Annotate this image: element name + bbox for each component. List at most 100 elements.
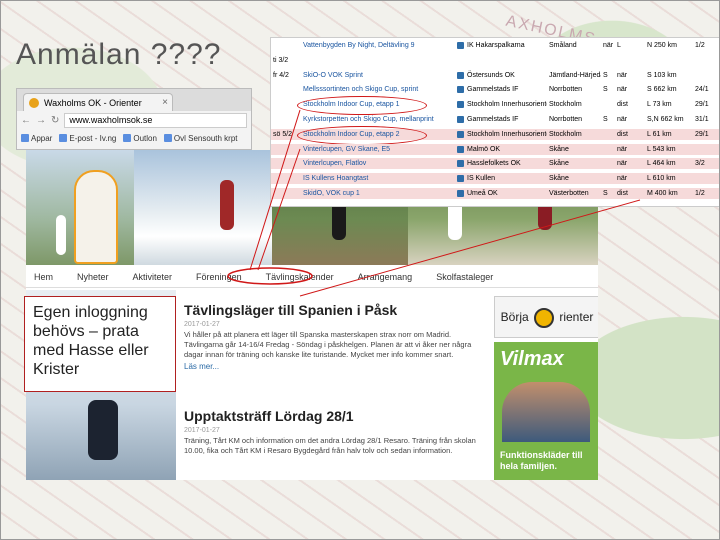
reload-icon[interactable]: ↻ <box>51 115 59 126</box>
competition-district: Stockholm <box>549 130 582 138</box>
competition-district: Skåne <box>549 145 569 153</box>
competition-dl: 1/2 <box>695 190 705 197</box>
bookmark-outlon[interactable]: Outlon <box>123 134 157 143</box>
nav-item-school[interactable]: Skolfastaleger <box>436 266 493 287</box>
tab-title: Waxholms OK - Orienter <box>44 98 142 108</box>
competition-name[interactable]: Stockholm Indoor Cup, etapp 2 <box>303 129 453 140</box>
competition-club: Stockholm Innerhusorienterare <box>467 101 547 109</box>
competition-date: ti 3/2 <box>273 56 289 64</box>
compass-icon <box>534 307 554 328</box>
competition-row[interactable]: sö 5/2 Stockholm Indoor Cup, etapp 2 Stock… <box>271 128 719 140</box>
competition-name[interactable]: Vinterlcupen, GV Skane, E5 <box>303 144 453 155</box>
person-figure <box>56 215 66 255</box>
competition-dl: 24/1 <box>695 86 709 94</box>
back-icon[interactable]: ← <box>21 115 31 126</box>
club-logo-icon <box>457 42 464 49</box>
competition-name[interactable]: Kyrkstorpetten och Skigo Cup, mellanprin… <box>303 114 453 125</box>
competition-dist: S 662 km <box>647 86 677 94</box>
competition-district: Småland <box>549 42 577 49</box>
competition-club: Östersunds OK <box>467 71 515 79</box>
competition-district: Västerbotten <box>549 190 589 197</box>
close-tab-icon[interactable]: × <box>162 94 168 111</box>
photo-flag <box>26 150 134 265</box>
competition-district: Norrbotten <box>549 86 583 94</box>
competition-name[interactable]: Vattenbygden By Night, Deltävling 9 <box>303 40 453 51</box>
nav-item-home[interactable]: Hem <box>34 266 53 287</box>
nav-item-calendar[interactable]: Tävlingskalender <box>266 266 334 287</box>
bookmark-email[interactable]: E-post - Iv.ng <box>59 134 116 143</box>
bookmark-icon <box>123 134 132 142</box>
competition-dist: L 73 km <box>647 101 672 109</box>
competition-name[interactable]: IS Kullens Hoangtast <box>303 173 453 184</box>
ad-text-right: rienter <box>559 310 594 324</box>
club-logo-icon <box>457 86 464 94</box>
competition-club: Hasslefolkets OK <box>467 160 521 168</box>
competition-club: Malmö OK <box>467 145 501 153</box>
competition-club: Gammelstads IF <box>467 86 519 94</box>
bookmark-ovl[interactable]: Ovl Sensouth krpt <box>163 134 238 143</box>
site-navigation: Hem Nyheter Aktiviteter Föreningen Tävli… <box>26 266 598 288</box>
club-logo-icon <box>457 101 464 109</box>
competition-district: Skåne <box>549 175 569 183</box>
nav-item-club[interactable]: Föreningen <box>196 266 242 287</box>
nav-item-news[interactable]: Nyheter <box>77 266 109 287</box>
vilmax-ad[interactable]: Vilmax Funktionskläder till hela familje… <box>494 342 598 480</box>
competition-row[interactable]: IS Kullens Hoangtast IS Kullen Skåne när L 6… <box>271 173 719 185</box>
tab-bar: Waxholms OK - Orienter × <box>17 89 251 111</box>
ad-caption: Funktionskläder till hela familjen. <box>500 450 583 471</box>
competition-dist: L 543 km <box>647 145 676 153</box>
browser-tab[interactable]: Waxholms OK - Orienter × <box>23 93 173 111</box>
vilmax-logo: Vilmax <box>500 348 564 370</box>
competition-row[interactable]: SkidO, VOK cup 1 Umeå OK Västerbotten Sdist… <box>271 188 719 199</box>
competition-dl: 29/1 <box>695 130 709 138</box>
competition-type: S <box>603 190 608 197</box>
competition-row[interactable]: Kyrkstorpetten och Skigo Cup, mellanprin… <box>271 114 719 125</box>
competition-row[interactable]: ti 3/2 <box>271 55 719 66</box>
post-title[interactable]: Tävlingsläger till Spanien i Påsk <box>184 302 484 318</box>
club-flag <box>74 170 118 264</box>
competition-district: Norrbotten <box>549 116 583 123</box>
bookmarks-bar: Appar E-post - Iv.ng Outlon Ovl Sensouth… <box>17 129 251 147</box>
family-photo <box>502 382 590 442</box>
url-field[interactable]: www.waxholmsok.se <box>64 112 247 128</box>
competition-dist: L 61 km <box>647 130 672 138</box>
competition-row[interactable]: fr 4/2 SkiO-O VOK Sprint Östersunds OK Jämt… <box>271 70 719 81</box>
photo-snow-runner <box>134 150 272 265</box>
competition-row[interactable]: Vattenbygden By Night, Deltävling 9 IK Ha… <box>271 40 719 51</box>
read-more-link[interactable]: Läs mer... <box>184 362 484 371</box>
competition-club: IK Hakarspalkarna <box>467 42 525 49</box>
forward-icon[interactable]: → <box>36 115 46 126</box>
callout-box: Egen inloggning behövs – prata med Hasse… <box>24 296 176 392</box>
competition-name[interactable]: Mellsssortinten och Skigo Cup, sprint <box>303 84 453 95</box>
competition-len: när <box>617 71 628 79</box>
competition-name[interactable]: SkidO, VOK cup 1 <box>303 188 453 199</box>
competition-dl: 31/1 <box>695 116 709 123</box>
competition-len: när <box>617 116 628 123</box>
competition-dist: N 250 km <box>647 42 677 49</box>
competition-dl: 1/2 <box>695 42 705 49</box>
orienteering-ad[interactable]: Börja rienter <box>494 296 598 338</box>
competition-name[interactable]: SkiO-O VOK Sprint <box>303 70 453 81</box>
competition-district: Skåne <box>549 160 569 168</box>
bookmark-apps[interactable]: Appar <box>21 134 52 143</box>
nav-item-activities[interactable]: Aktiviteter <box>133 266 173 287</box>
competition-len: dist <box>617 190 628 197</box>
competition-row[interactable]: Mellsssortinten och Skigo Cup, sprint Gam… <box>271 84 719 95</box>
post-date: 2017-01-27 <box>184 321 220 328</box>
competition-name[interactable]: Vinterlcupen, Flatlov <box>303 158 453 169</box>
competition-date: sö 5/2 <box>273 130 293 138</box>
competition-name[interactable]: Stockholm Indoor Cup, etapp 1 <box>303 99 453 110</box>
nav-item-events[interactable]: Arrangemang <box>358 266 413 287</box>
competition-dist: M 400 km <box>647 190 678 197</box>
competition-type: S <box>603 86 608 94</box>
slide-title: Anmälan ???? <box>16 38 222 71</box>
post-title[interactable]: Upptaktsträff Lördag 28/1 <box>184 408 484 424</box>
post-body: Träning, Tårt KM och information om det … <box>184 436 476 455</box>
club-logo-icon <box>457 190 464 197</box>
news-post: Upptaktsträff Lördag 28/1 2017-01-27 Trä… <box>184 408 484 456</box>
competition-dl: 3/2 <box>695 160 705 168</box>
competition-type: S <box>603 116 608 123</box>
competition-row[interactable]: Vinterlcupen, Flatlov Hasslefolkets OK Skå… <box>271 158 719 170</box>
competition-row[interactable]: Vinterlcupen, GV Skane, E5 Malmö OK Skåne n… <box>271 143 719 155</box>
competition-row[interactable]: Stockholm Indoor Cup, etapp 1 Stockholm I… <box>271 99 719 110</box>
